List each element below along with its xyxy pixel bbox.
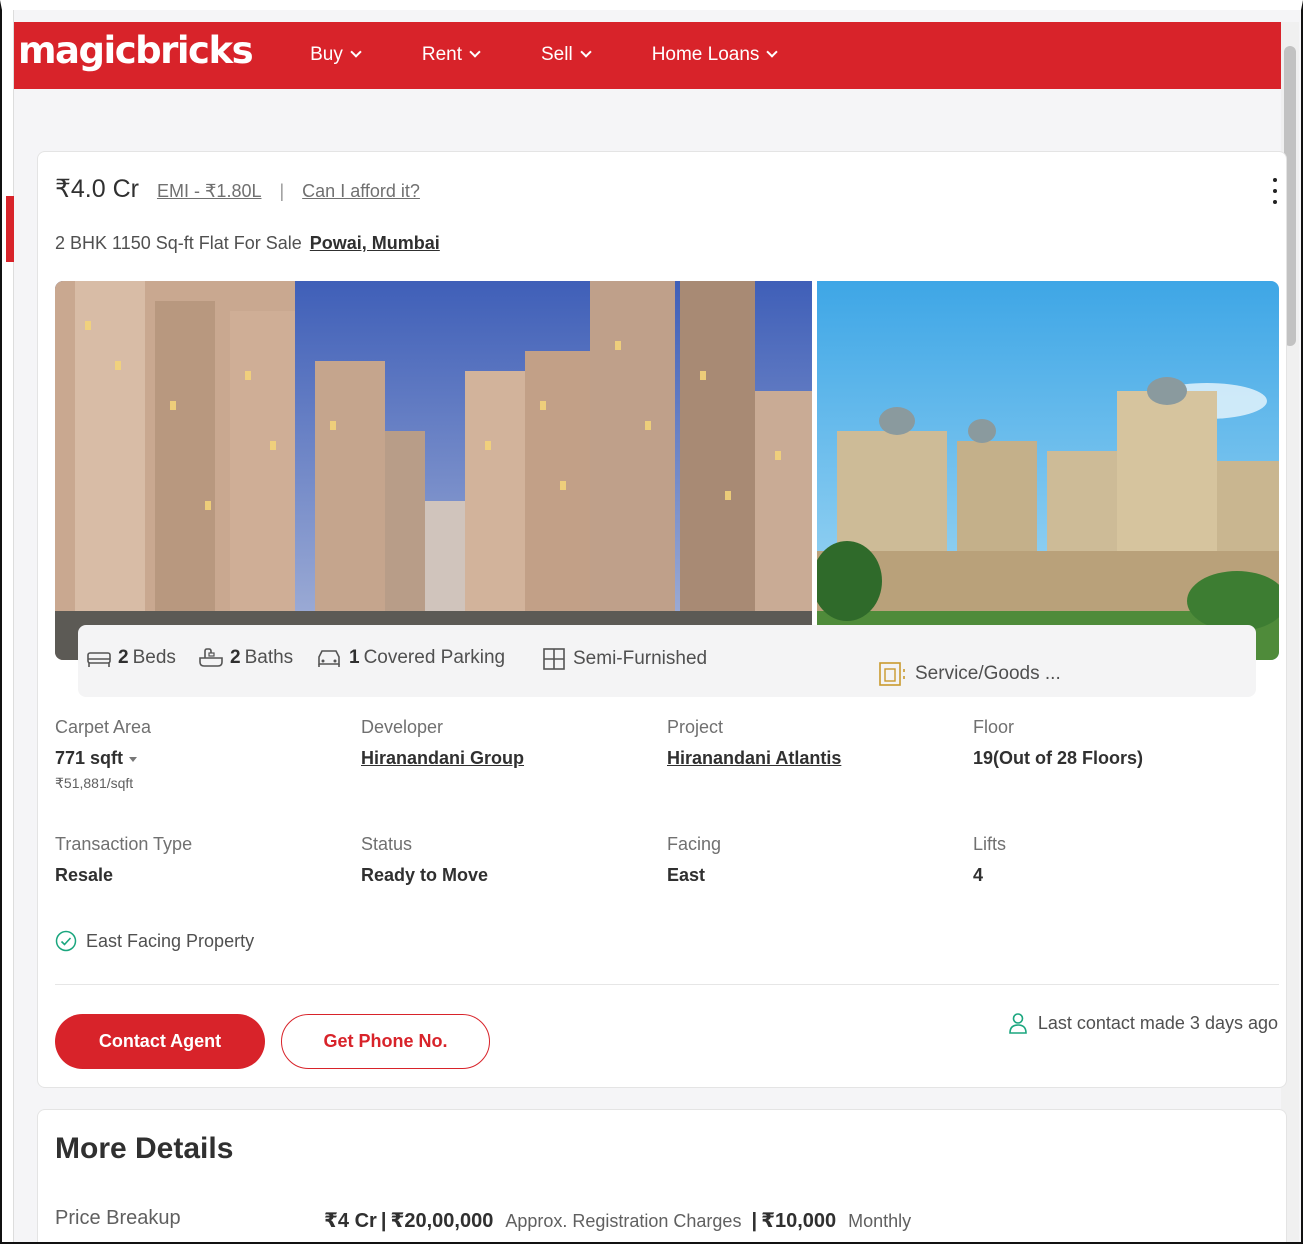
transaction-type-value: Resale [55,865,114,885]
furnishing-amenity: Semi-Furnished [542,647,707,671]
price-breakup-label: Price Breakup [55,1207,181,1229]
monthly-charges: ₹10,000 [761,1210,837,1232]
more-details-title: More Details [55,1132,234,1165]
floor: Floor 19(Out of 28 Floors) [973,717,1263,769]
developer-link[interactable]: Hiranandani Group [361,748,651,769]
bed-icon [87,652,111,667]
more-details-card: More Details Price Breakup ₹4 Cr | ₹20,0… [37,1109,1287,1242]
last-contact-text: Last contact made 3 days ago [1037,1012,1278,1033]
nav-sell-label: Sell [541,43,573,65]
left-edge-strip [2,10,14,1242]
nav-home-loans[interactable]: Home Loans [651,43,779,66]
price-separator: | [279,181,285,201]
lifts: Lifts 4 [973,834,1263,886]
bath-icon [199,648,223,667]
baths-label: Baths [244,647,294,668]
furnishing-label: Semi-Furnished [573,648,708,669]
breakup-price: ₹4 Cr [324,1210,377,1232]
contact-agent-button[interactable]: Contact Agent [55,1014,265,1069]
service-amenity[interactable]: Service/Goods ... [878,661,1061,687]
property-subtitle: 2 BHK 1150 Sq-ft Flat For Sale Powai, Mum… [55,233,440,254]
baths-amenity: 2 Baths [198,647,293,669]
furniture-icon [543,648,565,670]
carpet-area-dropdown[interactable]: 771 sqft [55,748,345,769]
last-contact-info: Last contact made 3 days ago [1008,1012,1278,1034]
property-photo-secondary[interactable] [817,281,1279,660]
elevator-icon [879,662,905,686]
nav-home-loans-label: Home Loans [651,43,760,65]
property-photo-main[interactable] [55,281,812,660]
site-header: magicbricks Buy Rent Sell Home Loans [14,22,1284,89]
monthly-label: Monthly [848,1211,912,1231]
parking-amenity: 1 Covered Parking [315,647,505,669]
developer-label: Developer [361,717,444,737]
nav-rent-label: Rent [421,43,462,65]
carpet-area-label: Carpet Area [55,717,152,737]
floor-value: 19(Out of 28 Floors) [973,748,1144,768]
nav-buy-label: Buy [310,43,343,65]
browser-frame: magicbricks Buy Rent Sell Home Loans ₹4.… [0,0,1303,1244]
transaction-type-label: Transaction Type [55,834,193,854]
status: Status Ready to Move [361,834,651,886]
feature-text: East Facing Property [86,930,255,951]
lifts-label: Lifts [973,834,1007,854]
afford-link[interactable]: Can I afford it? [302,181,420,202]
left-edge-accent [6,196,14,262]
chevron-down-icon [469,46,481,58]
status-label: Status [361,834,413,854]
photo-gallery [55,281,1279,660]
parking-count: 1 [349,647,360,668]
registration-charges: ₹20,00,000 [390,1210,494,1232]
car-icon [318,650,340,667]
user-icon [1009,1013,1027,1034]
location-link[interactable]: Powai, Mumbai [310,233,440,253]
developer: Developer Hiranandani Group [361,717,651,769]
amenities-bar: 2 Beds 2 Baths 1 Covered Parking Semi-Furni… [78,625,1256,697]
chevron-down-icon [580,46,592,58]
section-divider [55,984,1279,985]
chevron-down-icon [766,46,779,58]
kebab-menu-icon[interactable] [1272,178,1278,204]
baths-count: 2 [230,647,241,668]
caret-down-icon [129,756,138,762]
facing-value: East [667,865,706,885]
project: Project Hiranandani Atlantis [667,717,957,769]
facing-label: Facing [667,834,722,854]
parking-label: Covered Parking [363,647,506,668]
nav-sell[interactable]: Sell [541,43,592,66]
nav-buy[interactable]: Buy [310,43,362,66]
site-logo[interactable]: magicbricks [18,29,254,72]
price-per-sqft: ₹51,881/sqft [55,775,134,791]
property-card: ₹4.0 Cr EMI - ₹1.80L | Can I afford it? … [37,151,1287,1088]
floor-label: Floor [973,717,1015,737]
get-phone-button[interactable]: Get Phone No. [281,1014,490,1069]
project-link[interactable]: Hiranandani Atlantis [667,748,957,769]
main-nav: Buy Rent Sell Home Loans [310,44,838,66]
property-type: 2 BHK 1150 Sq-ft Flat For Sale [55,233,302,253]
property-price: ₹4.0 Cr [55,175,139,203]
price-breakup-values: ₹4 Cr | ₹20,00,000 Approx. Registration … [324,1208,917,1233]
service-label: Service/Goods ... [915,663,1061,684]
beds-label: Beds [132,647,176,668]
carpet-area: Carpet Area 771 sqft ₹51,881/sqft [55,717,345,792]
emi-link[interactable]: EMI - ₹1.80L [157,181,262,202]
status-value: Ready to Move [361,865,489,885]
chevron-down-icon [350,46,362,58]
feature-highlight: East Facing Property [55,930,254,952]
lifts-value: 4 [973,865,984,885]
facing: Facing East [667,834,957,886]
project-label: Project [667,717,724,737]
registration-label: Approx. Registration Charges [505,1211,742,1231]
breakup-separator: | [751,1210,758,1232]
beds-amenity: 2 Beds [86,647,176,669]
nav-rent[interactable]: Rent [421,43,481,66]
price-row: ₹4.0 Cr EMI - ₹1.80L | Can I afford it? [55,174,420,204]
breakup-separator: | [380,1210,387,1232]
transaction-type: Transaction Type Resale [55,834,345,886]
carpet-area-value: 771 sqft [55,748,124,768]
beds-count: 2 [118,647,129,668]
check-circle-icon [55,930,77,952]
